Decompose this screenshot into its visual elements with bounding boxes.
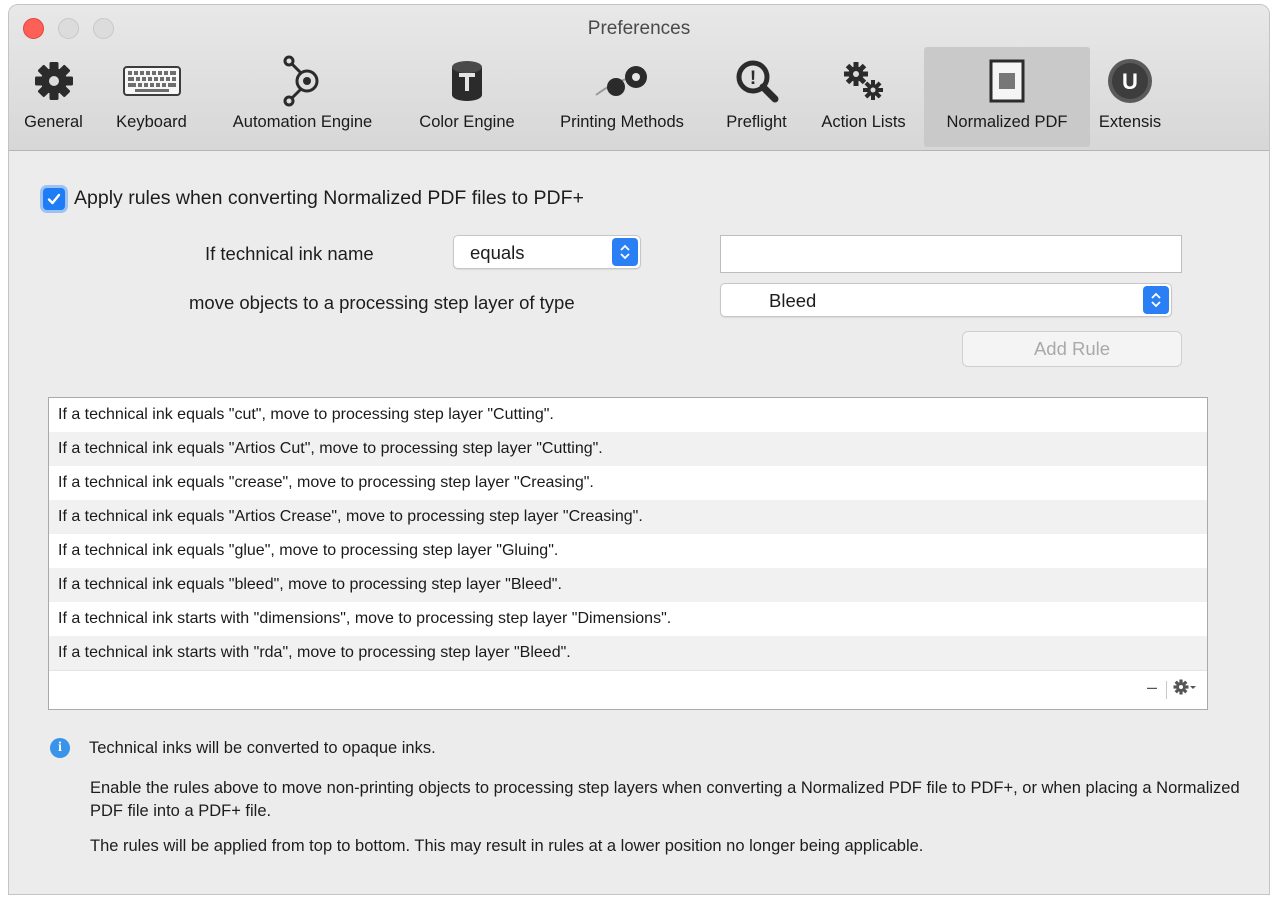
- chevron-updown-icon: [612, 238, 638, 266]
- tab-color-engine-label: Color Engine: [419, 113, 515, 131]
- tab-preflight-label: Preflight: [726, 113, 787, 131]
- tab-automation-engine-label: Automation Engine: [232, 113, 373, 131]
- tab-preflight[interactable]: ! Preflight: [710, 47, 803, 147]
- move-objects-label: move objects to a processing step layer …: [189, 292, 575, 313]
- list-item[interactable]: If a technical ink starts with "dimensio…: [49, 602, 1207, 636]
- layer-type-value: Bleed: [769, 290, 817, 311]
- info-order-note: The rules will be applied from top to bo…: [90, 837, 924, 855]
- list-item[interactable]: If a technical ink equals "Artios Cut", …: [49, 432, 1207, 466]
- list-item[interactable]: If a technical ink starts with "rda", mo…: [49, 636, 1207, 670]
- svg-text:U: U: [1122, 69, 1138, 94]
- svg-text:!: !: [749, 68, 755, 89]
- tab-action-lists[interactable]: Action Lists: [803, 47, 924, 147]
- keyboard-icon: [98, 53, 205, 109]
- tab-printing-methods-label: Printing Methods: [560, 113, 684, 131]
- extensis-icon: U: [1090, 53, 1170, 109]
- apply-rules-label[interactable]: Apply rules when converting Normalized P…: [74, 187, 584, 210]
- info-description: Enable the rules above to move non-print…: [90, 779, 1240, 820]
- normalized-pdf-icon: [924, 53, 1090, 109]
- add-rule-button[interactable]: Add Rule: [962, 331, 1182, 367]
- list-item[interactable]: If a technical ink equals "bleed", move …: [49, 568, 1207, 602]
- tab-extensis-label: Extensis: [1098, 113, 1162, 131]
- dropdown-arrow-icon: [1190, 686, 1196, 689]
- tab-normalized-pdf[interactable]: Normalized PDF: [924, 47, 1090, 147]
- tab-keyboard-label: Keyboard: [116, 113, 187, 131]
- ink-operator-value: equals: [470, 242, 525, 263]
- footer-divider: [1166, 681, 1167, 699]
- tab-normalized-pdf-label: Normalized PDF: [946, 113, 1068, 131]
- ink-name-label: If technical ink name: [205, 243, 374, 264]
- list-item[interactable]: If a technical ink equals "Artios Crease…: [49, 500, 1207, 534]
- info-text: Technical inks will be converted to opaq…: [89, 738, 436, 757]
- tab-extensis[interactable]: U Extensis: [1090, 47, 1170, 147]
- info-icon: i: [50, 738, 70, 758]
- rules-list-footer: –: [49, 670, 1207, 709]
- apply-rules-row: Apply rules when converting Normalized P…: [43, 187, 584, 210]
- ink-operator-select[interactable]: equals: [453, 235, 641, 269]
- info-row: i Technical inks will be converted to op…: [50, 738, 436, 758]
- window-title: Preferences: [587, 18, 691, 39]
- normalized-pdf-pane: Apply rules when converting Normalized P…: [9, 151, 1269, 894]
- chevron-updown-icon: [1143, 286, 1169, 314]
- gear-icon: [1173, 679, 1189, 695]
- tab-general-label: General: [24, 113, 83, 131]
- gear-icon: [9, 53, 98, 109]
- tab-printing-methods[interactable]: Printing Methods: [534, 47, 710, 147]
- remove-rule-button[interactable]: –: [1147, 677, 1157, 698]
- rule-actions-button[interactable]: [1173, 679, 1197, 695]
- automation-engine-icon: [205, 53, 400, 109]
- tab-action-lists-label: Action Lists: [821, 113, 906, 131]
- printing-methods-icon: [534, 53, 710, 109]
- toolbar: Preferences General Keyboard Automation …: [9, 5, 1269, 151]
- tab-color-engine[interactable]: Color Engine: [400, 47, 534, 147]
- tab-general[interactable]: General: [9, 47, 98, 147]
- ink-name-field[interactable]: [720, 235, 1182, 273]
- list-item[interactable]: If a technical ink equals "crease", move…: [49, 466, 1207, 500]
- apply-rules-checkbox[interactable]: [43, 187, 65, 210]
- preferences-window: Preferences General Keyboard Automation …: [8, 4, 1270, 895]
- tab-automation-engine[interactable]: Automation Engine: [205, 47, 400, 147]
- checkmark-icon: [47, 193, 61, 204]
- action-lists-icon: [803, 53, 924, 109]
- color-engine-icon: [400, 53, 534, 109]
- layer-type-select[interactable]: Bleed: [720, 283, 1172, 317]
- preflight-icon: !: [710, 53, 803, 109]
- list-item[interactable]: If a technical ink equals "cut", move to…: [49, 398, 1207, 432]
- rules-list: If a technical ink equals "cut", move to…: [48, 397, 1208, 710]
- tab-keyboard[interactable]: Keyboard: [98, 47, 205, 147]
- list-item[interactable]: If a technical ink equals "glue", move t…: [49, 534, 1207, 568]
